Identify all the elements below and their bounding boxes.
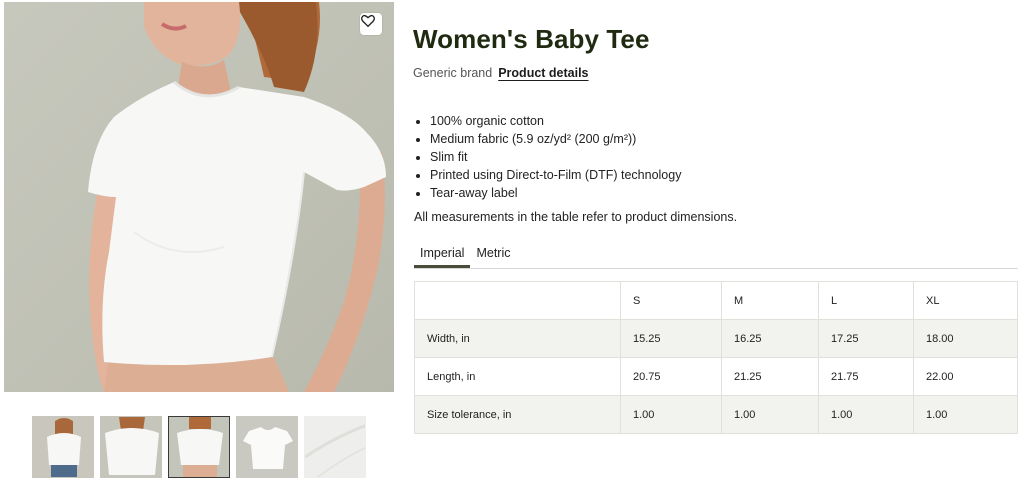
table-header-cell: M [721, 281, 819, 320]
heart-icon [361, 14, 375, 28]
table-cell: 21.75 [818, 357, 914, 396]
unit-tabs: Imperial Metric [414, 243, 1018, 269]
table-cell: 22.00 [913, 357, 1018, 396]
table-cell: 15.25 [620, 319, 722, 358]
product-title: Women's Baby Tee [413, 24, 650, 54]
table-cell: 1.00 [620, 395, 722, 434]
table-cell: 16.25 [721, 319, 819, 358]
table-header-cell: L [818, 281, 914, 320]
main-product-image[interactable] [4, 2, 394, 392]
table-header-cell: S [620, 281, 722, 320]
list-item: Printed using Direct-to-Film (DTF) techn… [430, 166, 681, 184]
table-row: Length, in 20.75 21.25 21.75 22.00 [414, 357, 1018, 396]
table-cell: 18.00 [913, 319, 1018, 358]
feature-list: 100% organic cotton Medium fabric (5.9 o… [413, 112, 681, 202]
product-details-link[interactable]: Product details [498, 66, 588, 80]
tab-metric[interactable]: Metric [470, 243, 516, 268]
table-cell: 17.25 [818, 319, 914, 358]
brand-name: Generic brand [413, 66, 493, 80]
table-cell: 21.25 [721, 357, 819, 396]
model-photo [88, 2, 386, 392]
thumbnail-fabric-detail[interactable] [304, 416, 366, 478]
thumbnail-strip [32, 416, 366, 478]
table-header-row: S M L XL [414, 281, 1018, 320]
list-item: 100% organic cotton [430, 112, 681, 130]
thumbnail-back-view[interactable] [32, 416, 94, 478]
table-cell: Size tolerance, in [414, 395, 621, 434]
thumbnail-flat-lay[interactable] [236, 416, 298, 478]
thumbnail-front-view[interactable] [168, 416, 230, 478]
brand-row: Generic brand Product details [413, 66, 589, 80]
favorite-button[interactable] [360, 13, 382, 35]
table-cell: 1.00 [818, 395, 914, 434]
table-row: Width, in 15.25 16.25 17.25 18.00 [414, 319, 1018, 358]
tab-imperial[interactable]: Imperial [414, 243, 471, 268]
thumbnail-back-closeup[interactable] [100, 416, 162, 478]
table-header-cell [414, 281, 621, 320]
size-table: S M L XL Width, in 15.25 16.25 17.25 18.… [414, 281, 1018, 434]
table-cell: Width, in [414, 319, 621, 358]
table-row: Size tolerance, in 1.00 1.00 1.00 1.00 [414, 395, 1018, 434]
measurement-note: All measurements in the table refer to p… [414, 210, 738, 224]
table-cell: 1.00 [721, 395, 819, 434]
table-cell: 20.75 [620, 357, 722, 396]
table-header-cell: XL [913, 281, 1018, 320]
list-item: Tear-away label [430, 184, 681, 202]
list-item: Medium fabric (5.9 oz/yd² (200 g/m²)) [430, 130, 681, 148]
table-cell: 1.00 [913, 395, 1018, 434]
table-cell: Length, in [414, 357, 621, 396]
list-item: Slim fit [430, 148, 681, 166]
